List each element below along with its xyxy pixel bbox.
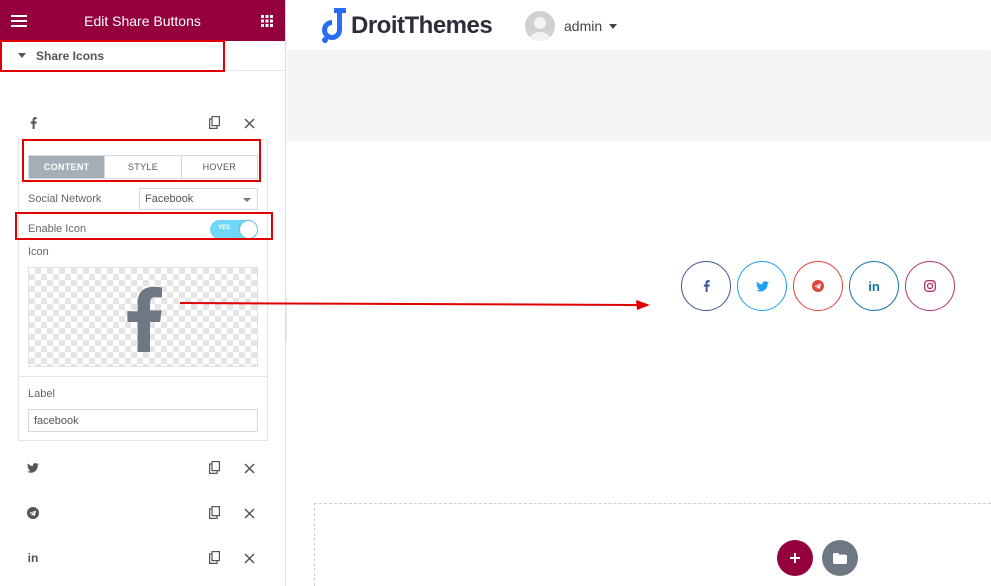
share-button-twitter[interactable] [737,261,787,311]
facebook-f-icon [127,286,162,352]
repeater-item-facebook[interactable] [18,110,268,136]
brand-name: DroitThemes [351,12,493,39]
hero-band [287,51,991,141]
toggle-state-text: YES [218,225,231,231]
remove-icon[interactable] [244,116,256,130]
linkedin-icon: in [27,551,39,565]
enable-icon-toggle[interactable]: YES [210,220,258,239]
social-network-value: Facebook [145,193,194,205]
duplicate-icon[interactable] [209,506,221,520]
hamburger-menu-icon[interactable] [0,0,37,41]
facebook-icon [703,280,710,292]
panel-title: Edit Share Buttons [84,12,201,29]
telegram-icon [812,280,824,292]
user-name: admin [564,18,603,34]
social-network-select[interactable]: Facebook [139,188,258,210]
share-button-linkedin[interactable]: in [849,261,899,311]
share-icons-section-toggle[interactable]: Share Icons [0,41,286,71]
droitthemes-logo-icon [322,8,346,43]
label-input-value: facebook [34,414,79,427]
add-section-dropzone [314,503,991,586]
instagram-icon [924,280,936,292]
icon-label: Icon [28,246,49,258]
toggle-knob [240,221,257,238]
panel-header: Edit Share Buttons [0,0,285,41]
folder-icon [833,552,847,564]
repeater-item-telegram[interactable] [18,500,268,526]
duplicate-icon[interactable] [209,116,221,130]
facebook-icon [26,116,40,130]
twitter-icon [26,461,40,475]
label-input[interactable]: facebook [28,409,258,432]
add-template-button[interactable] [822,540,858,576]
add-section-button[interactable] [777,540,813,576]
duplicate-icon[interactable] [209,461,221,475]
tab-hover[interactable]: HOVER [181,156,257,178]
caret-down-icon [18,53,26,58]
editor-panel: Edit Share Buttons Share Icons CONTENT S… [0,0,286,586]
site-logo[interactable]: DroitThemes [317,8,493,44]
control-tabs: CONTENT STYLE HOVER [28,155,258,179]
tab-style[interactable]: STYLE [105,156,182,178]
duplicate-icon[interactable] [209,551,221,565]
icon-picker-preview[interactable] [28,267,258,367]
share-button-facebook[interactable] [681,261,731,311]
share-buttons: in [681,261,961,311]
share-button-telegram[interactable] [793,261,843,311]
page-preview: DroitThemes admin in [287,0,991,586]
section-title: Share Icons [36,48,105,63]
remove-icon[interactable] [244,506,256,520]
remove-icon[interactable] [244,551,256,565]
plus-icon [790,553,800,563]
user-menu[interactable]: admin [525,11,618,41]
linkedin-icon: in [868,278,880,294]
chevron-down-icon [243,198,251,202]
avatar [525,11,555,41]
widgets-grid-icon[interactable] [248,0,285,41]
enable-icon-label: Enable Icon [28,223,87,235]
repeater-item-twitter[interactable] [18,455,268,481]
twitter-icon [755,280,769,292]
social-network-label: Social Network [28,193,102,205]
tab-content[interactable]: CONTENT [29,156,106,178]
caret-down-icon [609,23,618,29]
share-button-instagram[interactable] [905,261,955,311]
editor-window: Edit Share Buttons Share Icons CONTENT S… [0,0,991,586]
annotation-arrow [180,300,650,310]
divider [19,376,267,377]
site-header: DroitThemes admin [287,0,991,50]
telegram-icon [26,506,40,520]
remove-icon[interactable] [244,461,256,475]
label-field-label: Label [28,388,55,400]
repeater-item-linkedin[interactable]: in [18,545,268,571]
